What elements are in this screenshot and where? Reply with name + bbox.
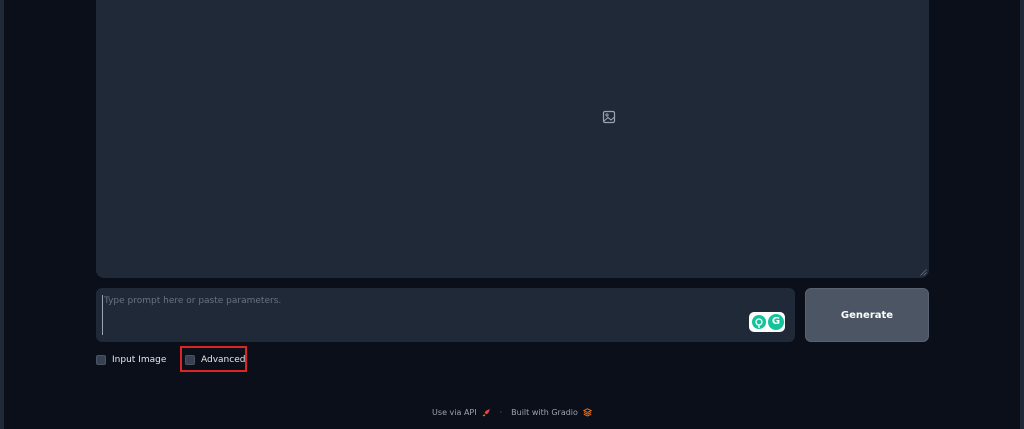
page-edge-right	[1020, 0, 1024, 429]
footer-separator: ·	[499, 407, 503, 417]
image-output-panel	[96, 0, 929, 278]
footer: Use via API · Built with Gradio	[0, 406, 1024, 418]
grammarly-icon[interactable]: G	[768, 314, 784, 330]
prompt-input[interactable]	[102, 295, 734, 335]
generate-button[interactable]: Generate	[805, 288, 929, 342]
input-image-checkbox[interactable]	[96, 355, 106, 365]
input-image-label[interactable]: Input Image	[112, 355, 166, 365]
built-with-gradio-link[interactable]: Built with Gradio	[511, 408, 578, 417]
advanced-highlight-box	[180, 346, 247, 372]
image-icon	[602, 110, 616, 124]
rocket-icon	[482, 408, 490, 416]
prompt-box: G	[96, 288, 795, 342]
grammarly-assistant-icon[interactable]	[752, 315, 766, 329]
gradio-logo-icon	[582, 407, 592, 417]
input-image-option[interactable]: Input Image	[96, 353, 166, 367]
resize-handle-icon[interactable]	[920, 269, 927, 276]
use-via-api-link[interactable]: Use via API	[432, 408, 477, 417]
grammarly-widget[interactable]: G	[749, 312, 785, 332]
page-edge-left	[0, 0, 4, 429]
